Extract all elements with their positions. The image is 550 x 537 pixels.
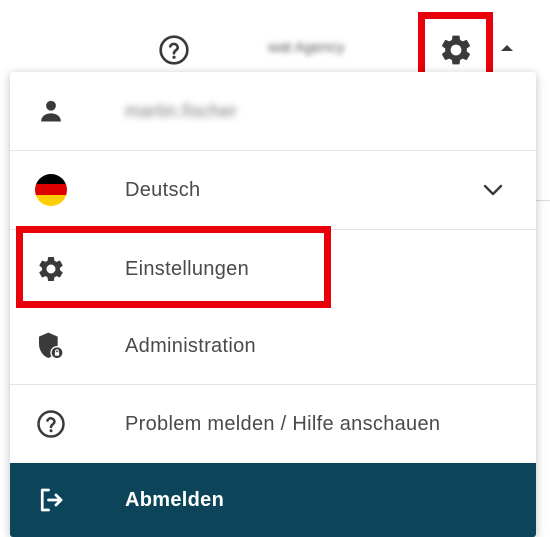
agency-name: wat Agency <box>268 39 345 56</box>
help-button[interactable] <box>156 32 192 68</box>
logout-icon <box>34 483 68 517</box>
username-label: martin.fischer <box>125 100 238 121</box>
user-info-row: martin.fischer <box>10 72 536 150</box>
logout-label: Abmelden <box>125 488 225 511</box>
question-circle-icon <box>159 35 189 65</box>
user-dropdown-menu: martin.fischer Deutsch Einstellungen Adm… <box>10 72 536 537</box>
caret-up-icon <box>501 44 513 51</box>
menu-toggle-button[interactable] <box>497 40 517 54</box>
question-circle-icon <box>34 407 68 441</box>
language-select[interactable]: Deutsch <box>10 151 536 229</box>
person-icon <box>34 94 68 128</box>
settings-label: Einstellungen <box>125 257 249 280</box>
language-label: Deutsch <box>125 178 201 201</box>
shield-lock-icon <box>34 329 68 363</box>
logout-menu-item[interactable]: Abmelden <box>10 463 536 537</box>
administration-menu-item[interactable]: Administration <box>10 308 536 384</box>
settings-menu-item[interactable]: Einstellungen <box>10 230 536 308</box>
gear-icon <box>34 252 68 286</box>
report-problem-label: Problem melden / Hilfe anschauen <box>125 412 441 435</box>
gear-icon <box>441 35 470 64</box>
chevron-down-icon <box>480 180 506 200</box>
report-problem-menu-item[interactable]: Problem melden / Hilfe anschauen <box>10 385 536 463</box>
administration-label: Administration <box>125 334 256 357</box>
german-flag-icon <box>34 173 68 207</box>
page-divider <box>536 200 550 201</box>
